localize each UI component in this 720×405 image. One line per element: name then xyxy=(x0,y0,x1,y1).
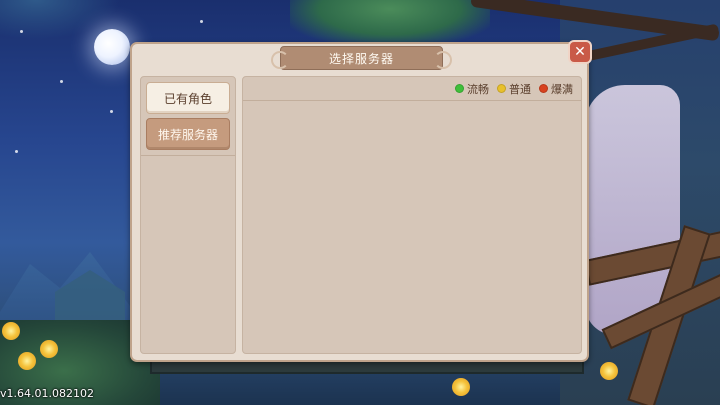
server-list-panel: 流畅 普通 爆满 xyxy=(242,76,582,354)
tab-recommended-servers[interactable]: 推荐服务器 xyxy=(146,118,230,150)
server-category-sidebar: 已有角色 推荐服务器 xyxy=(140,76,236,354)
version-label: v1.64.01.082102 xyxy=(0,387,94,400)
server-status-legend: 流畅 普通 爆满 xyxy=(243,77,581,101)
server-select-dialog: 选择服务器 ✕ 已有角色 推荐服务器 流畅 普通 爆满 xyxy=(130,40,592,362)
tab-existing-characters[interactable]: 已有角色 xyxy=(146,82,230,114)
tab-label: 推荐服务器 xyxy=(157,127,218,142)
moon-icon xyxy=(94,29,130,65)
legend-label: 流畅 xyxy=(467,82,489,96)
sidebar-divider xyxy=(141,155,235,156)
legend-item-normal: 普通 xyxy=(497,81,531,97)
close-icon: ✕ xyxy=(574,44,586,60)
legend-label: 普通 xyxy=(509,82,531,96)
background-hut xyxy=(55,270,125,325)
tab-label: 已有角色 xyxy=(163,91,212,106)
status-dot-icon xyxy=(497,84,506,93)
status-dot-icon xyxy=(539,84,548,93)
legend-label: 爆满 xyxy=(551,82,573,96)
legend-item-full: 爆满 xyxy=(539,81,573,97)
close-button[interactable]: ✕ xyxy=(568,40,592,64)
dialog-title: 选择服务器 xyxy=(328,51,394,66)
dialog-title-banner: 选择服务器 xyxy=(271,46,452,70)
legend-item-smooth: 流畅 xyxy=(455,81,489,97)
background-leaves xyxy=(290,0,490,45)
status-dot-icon xyxy=(455,84,464,93)
